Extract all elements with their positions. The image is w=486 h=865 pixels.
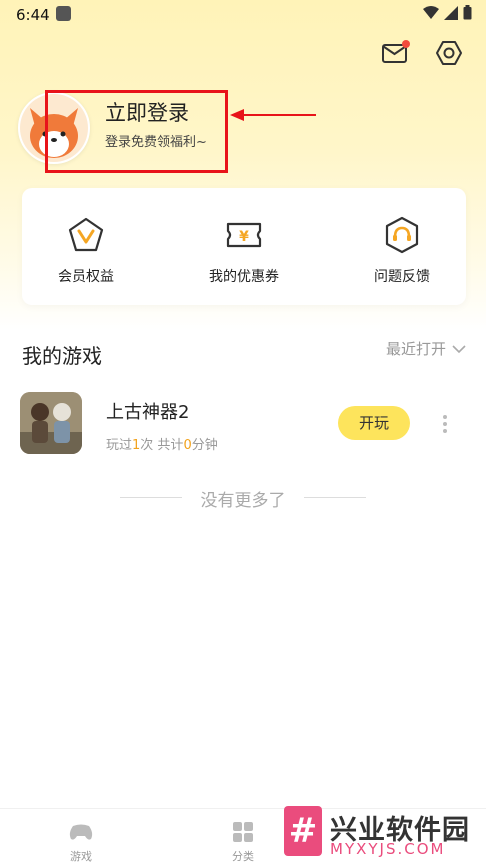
gear-icon [436, 41, 462, 65]
messages-button[interactable] [380, 38, 410, 68]
quick-item-vip[interactable]: 会员权益 [26, 216, 146, 286]
gamepad-icon [69, 824, 93, 840]
list-end-text: 没有更多了 [200, 491, 286, 511]
wifi-icon [423, 5, 439, 19]
game-play-stats: 玩过1次 共计0分钟 [106, 438, 218, 453]
watermark: # 兴业软件园 MYXYJS.COM [284, 806, 486, 864]
section-title: 我的游戏 [22, 344, 102, 368]
divider-line [120, 497, 182, 498]
header-actions [380, 38, 464, 68]
quick-item-label: 会员权益 [58, 269, 114, 285]
vip-pentagon-icon [68, 217, 104, 252]
game-icon[interactable] [20, 392, 82, 454]
annotation-highlight-box [45, 90, 228, 173]
divider-line [304, 497, 366, 498]
tab-label: 游戏 [70, 850, 92, 863]
game-artwork-icon [20, 392, 82, 454]
coupon-ticket-icon: ¥ [226, 222, 262, 248]
unread-badge-dot [402, 40, 410, 48]
watermark-logo: # [284, 806, 322, 856]
headset-support-icon [385, 216, 419, 254]
status-time: 6:44 [16, 6, 50, 24]
status-bar: 6:44 [0, 0, 486, 30]
signal-icon [444, 5, 458, 20]
chevron-down-icon [452, 344, 466, 353]
quick-actions-card: 会员权益 ¥ 我的优惠券 问题反馈 [22, 188, 466, 305]
tab-games[interactable]: 游戏 [51, 821, 111, 864]
svg-text:¥: ¥ [239, 229, 249, 245]
list-end-indicator: 没有更多了 [120, 486, 366, 511]
battery-icon [463, 5, 472, 20]
annotation-arrow-icon [230, 109, 316, 121]
quick-item-label: 我的优惠券 [209, 269, 279, 285]
quick-item-label: 问题反馈 [374, 269, 430, 285]
more-options-icon[interactable] [440, 412, 450, 436]
play-minutes: 0 [183, 438, 192, 453]
watermark-domain: MYXYJS.COM [330, 840, 446, 858]
tab-label: 分类 [232, 850, 254, 863]
quick-item-coupons[interactable]: ¥ 我的优惠券 [184, 216, 304, 286]
settings-button[interactable] [434, 38, 464, 68]
quick-item-feedback[interactable]: 问题反馈 [342, 216, 462, 286]
notification-app-icon [56, 6, 71, 21]
game-title: 上古神器2 [106, 402, 190, 423]
grid-category-icon [233, 822, 253, 842]
play-button[interactable]: 开玩 [338, 406, 410, 440]
status-indicators [423, 5, 472, 20]
sort-label: 最近打开 [385, 340, 446, 358]
tab-categories[interactable]: 分类 [213, 821, 273, 864]
game-list-item[interactable]: 上古神器2 玩过1次 共计0分钟 开玩 [20, 392, 466, 456]
sort-dropdown[interactable]: 最近打开 [386, 338, 466, 359]
